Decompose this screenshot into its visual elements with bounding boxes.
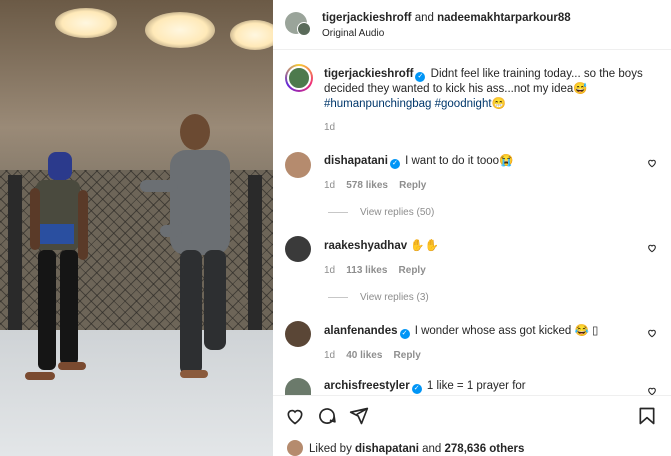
post-details: tigerjackieshroff and nadeemakhtarparkou…: [273, 0, 671, 456]
comment-time[interactable]: 1d: [324, 265, 335, 276]
comment-meta: 1d 40 likes Reply: [324, 350, 421, 361]
comment-username[interactable]: archisfreestyler: [324, 380, 410, 392]
ceiling-light: [230, 20, 273, 50]
comment-likes[interactable]: 578 likes: [346, 180, 388, 191]
avatar[interactable]: [285, 321, 311, 347]
avatar[interactable]: [285, 378, 311, 395]
person-in-headgear: [25, 152, 88, 380]
comment-username[interactable]: dishapatani: [324, 155, 388, 167]
avatar[interactable]: [287, 66, 311, 90]
ceiling-light: [55, 8, 117, 38]
comment-time[interactable]: 1d: [324, 350, 335, 361]
view-replies-button[interactable]: View replies (3): [328, 292, 429, 303]
author-link[interactable]: tigerjackieshroff: [322, 12, 411, 24]
comment-icon[interactable]: [317, 406, 337, 426]
cage-pillar: [248, 175, 262, 335]
comment-text: 1 like = 1 prayer for: [423, 380, 526, 392]
post-authors: tigerjackieshroff and nadeemakhtarparkou…: [322, 12, 571, 24]
verified-icon: ✓: [399, 329, 410, 339]
person-in-hoodie: [140, 114, 230, 378]
comment-meta: 1d 578 likes Reply: [324, 180, 426, 191]
story-ring[interactable]: [285, 64, 313, 92]
share-icon[interactable]: [349, 406, 369, 426]
audio-link[interactable]: Original Audio: [322, 28, 384, 39]
liked-by-and: and: [418, 443, 445, 455]
ceiling-light: [145, 12, 215, 48]
comment-text: ✋✋: [407, 240, 439, 252]
comment-time[interactable]: 1d: [324, 180, 335, 191]
post-media[interactable]: [0, 0, 273, 456]
avatar-secondary[interactable]: [297, 22, 311, 36]
divider: [328, 296, 348, 298]
comment-likes[interactable]: 40 likes: [346, 350, 382, 361]
comment-username[interactable]: alanfenandes: [324, 325, 398, 337]
reply-button[interactable]: Reply: [394, 350, 421, 361]
comment-text: I wonder whose ass got kicked 😂 ▯: [411, 325, 599, 337]
verified-icon: ✓: [415, 72, 426, 82]
comment-text: I want to do it tooo😭: [401, 155, 514, 167]
comment: archisfreestyler ✓ 1 like = 1 prayer for: [324, 380, 624, 394]
video-frame[interactable]: [0, 0, 273, 456]
heart-icon[interactable]: [647, 328, 657, 338]
action-bar: [273, 395, 671, 435]
comment-username[interactable]: raakeshyadhav: [324, 240, 407, 252]
verified-icon: ✓: [389, 159, 400, 169]
reply-button[interactable]: Reply: [399, 180, 426, 191]
post-caption: tigerjackieshroff ✓ Didnt feel like train…: [324, 67, 654, 112]
view-replies-label: View replies (50): [360, 207, 435, 218]
avatar[interactable]: [285, 152, 311, 178]
comment-meta: 1d 113 likes Reply: [324, 265, 426, 276]
authors-separator: and: [414, 12, 434, 24]
post-view: tigerjackieshroff and nadeemakhtarparkou…: [0, 0, 671, 456]
liked-by-prefix: Liked by: [309, 443, 356, 455]
divider: [328, 211, 348, 213]
heart-icon[interactable]: [647, 243, 657, 253]
caption-hashtags[interactable]: #humanpunchingbag #goodnight😁: [324, 98, 506, 110]
likes-count[interactable]: 278,636 others: [445, 443, 525, 455]
bookmark-icon[interactable]: [637, 406, 657, 426]
reply-button[interactable]: Reply: [399, 265, 426, 276]
avatar[interactable]: [285, 236, 311, 262]
caption-time[interactable]: 1d: [324, 122, 335, 133]
like-heart-icon[interactable]: [285, 406, 305, 426]
comment: raakeshyadhav ✋✋: [324, 238, 624, 252]
comment: dishapatani ✓ I want to do it tooo😭: [324, 153, 624, 169]
comment-likes[interactable]: 113 likes: [346, 265, 387, 276]
verified-icon: ✓: [411, 384, 422, 394]
coauthor-link[interactable]: nadeemakhtarparkour88: [437, 12, 571, 24]
post-header: tigerjackieshroff and nadeemakhtarparkou…: [273, 0, 671, 50]
view-replies-label: View replies (3): [360, 292, 429, 303]
avatar[interactable]: [287, 440, 303, 456]
caption-username[interactable]: tigerjackieshroff: [324, 68, 413, 80]
view-replies-button[interactable]: View replies (50): [328, 207, 434, 218]
comment: alanfenandes ✓ I wonder whose ass got kic…: [324, 323, 624, 339]
liked-by-user[interactable]: dishapatani: [355, 443, 419, 455]
heart-icon[interactable]: [647, 158, 657, 168]
liked-by: Liked by dishapatani and 278,636 others: [309, 443, 524, 455]
